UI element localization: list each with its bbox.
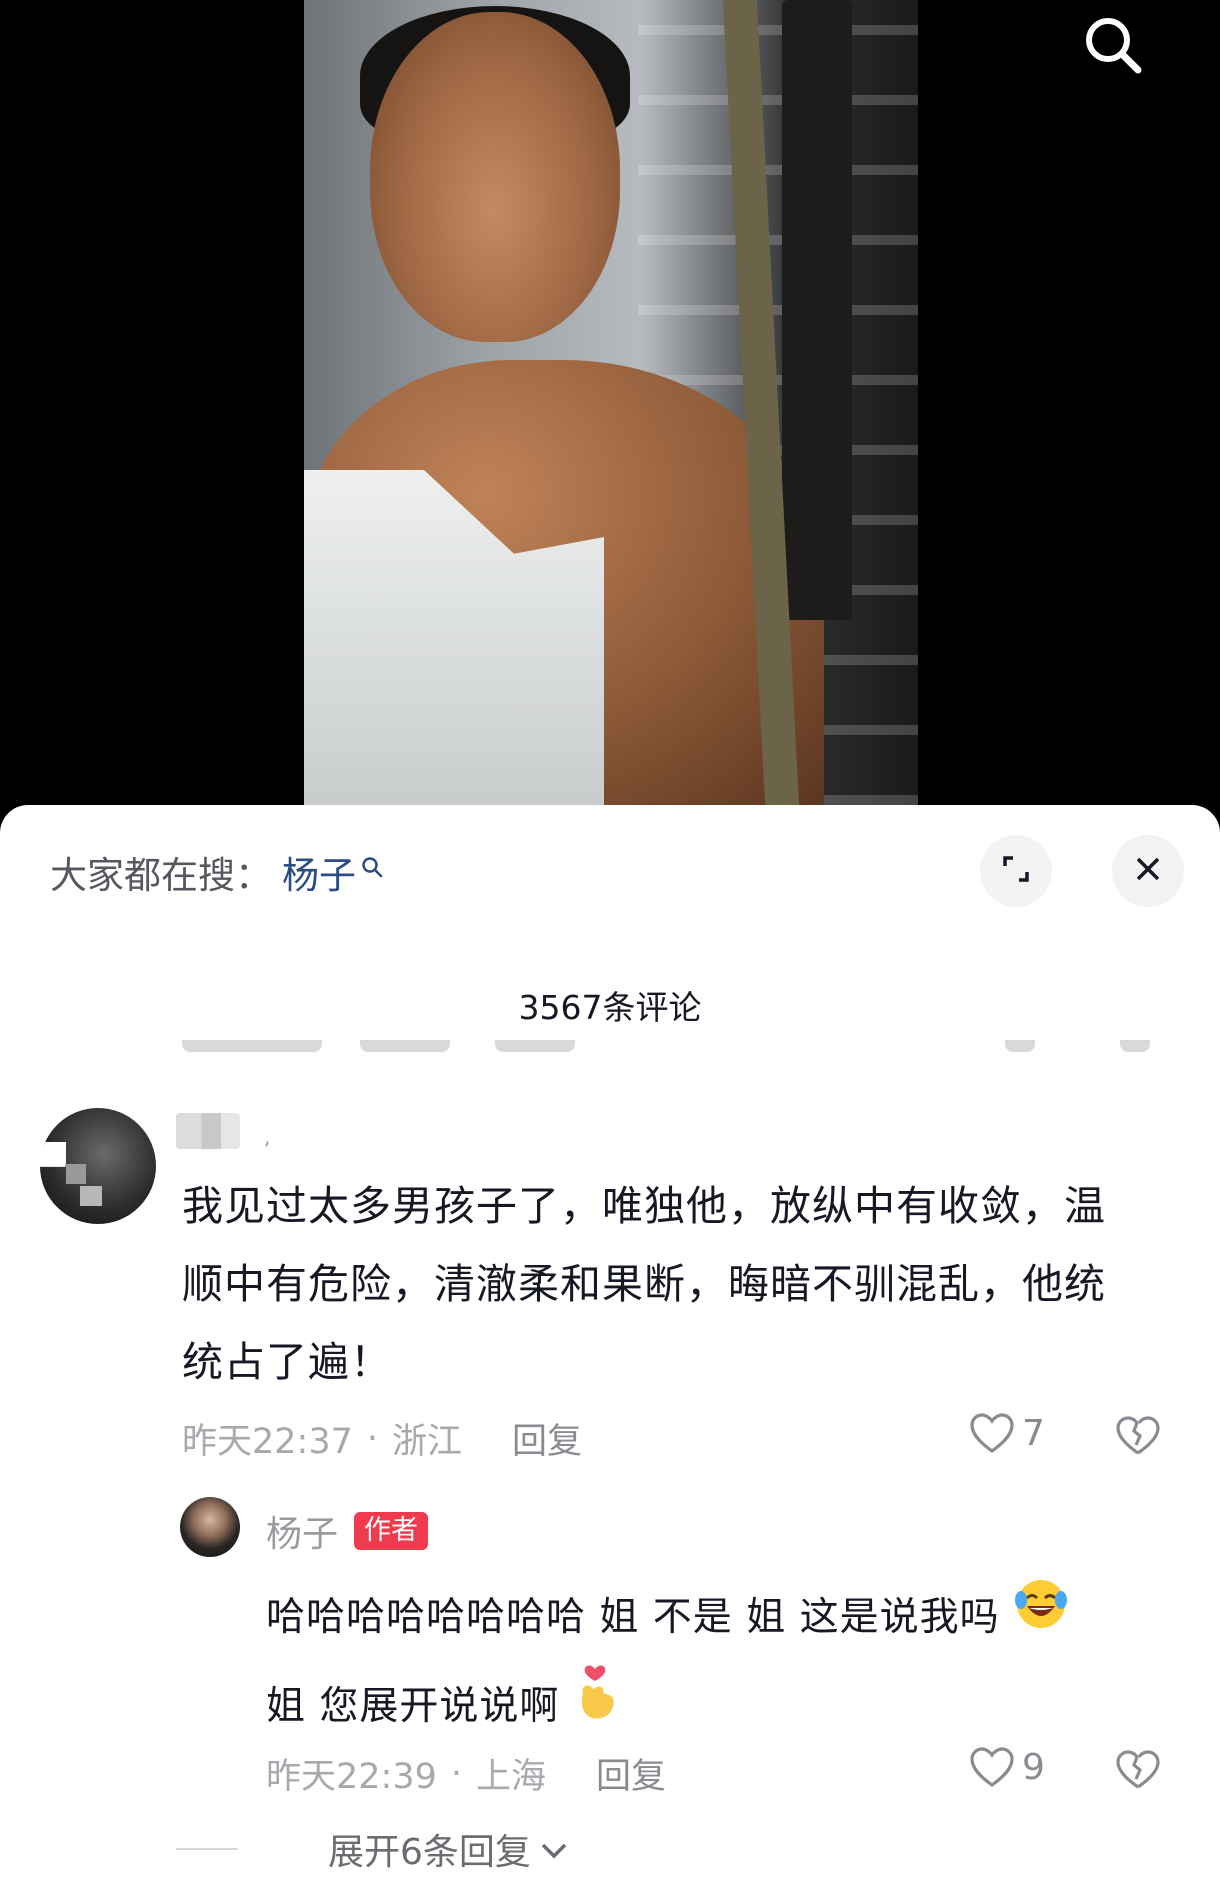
commenter-avatar[interactable] [40,1108,156,1224]
comment-location: 浙江 [392,1422,463,1462]
comment-text-line: 顺中有危险，清澈柔和果断，晦暗不驯混乱，他统 [182,1260,1106,1308]
dislike-button[interactable] [1115,1415,1161,1461]
broken-heart-icon [1116,1750,1160,1789]
hot-search-label: 大家都在搜： [50,854,272,897]
reply-like-button[interactable]: 9 [968,1745,1045,1789]
video-player[interactable] [0,0,1220,820]
reply-like-count: 9 [1022,1746,1045,1788]
comment-count: 3567条评论 [518,988,702,1027]
reply-meta: 昨天22:39 · 上海 回复 [266,1748,666,1799]
author-avatar[interactable] [180,1497,240,1557]
scrolled-previous-comment [0,1040,1220,1058]
laughing-crying-emoji-icon [1013,1576,1069,1663]
like-button[interactable]: 7 [968,1411,1045,1455]
reply-dislike-button[interactable] [1115,1749,1161,1795]
heart-icon [970,1413,1014,1453]
fullscreen-expand-button[interactable] [980,835,1052,907]
close-icon [1133,854,1163,888]
comment-time: 昨天22:37 [182,1422,353,1462]
comment-text-line: 我见过太多男孩子了，唯独他，放纵中有收敛，温 [182,1182,1106,1230]
comment-text-line: 统占了遍！ [182,1338,392,1386]
reply-username[interactable]: 杨子 [266,1505,338,1557]
comment-panel: 大家都在搜： 杨子 3567条评论 , 我见过太多男孩子了，唯独他，放纵中有收敛… [0,805,1220,1881]
expand-replies-button[interactable]: 展开6条回复 [176,1823,569,1875]
reply-to-reply-button[interactable]: 回复 [596,1748,666,1799]
reply-location: 上海 [476,1757,547,1797]
comment-meta: 昨天22:37 · 浙江 回复 [182,1413,582,1464]
video-frame-image [304,0,918,805]
comment-text: 我见过太多男孩子了，唯独他，放纵中有收敛，温 顺中有危险，清澈柔和果断，晦暗不驯… [182,1167,1182,1401]
hot-search-bar[interactable]: 大家都在搜： 杨子 [50,845,384,899]
reply-text-line: 姐 您展开说说啊 [266,1684,560,1729]
close-comments-button[interactable] [1112,835,1184,907]
finger-heart-emoji-icon [573,1663,621,1754]
broken-heart-icon [1116,1416,1160,1455]
commenter-name-redacted [176,1113,240,1149]
chevron-down-icon [539,1829,569,1870]
author-badge: 作者 [354,1512,429,1550]
reply-time: 昨天22:39 [266,1757,437,1797]
reply-text-line: 哈哈哈哈哈哈哈哈 姐 不是 姐 这是说我吗 [266,1595,1000,1640]
like-count: 7 [1022,1412,1045,1454]
heart-icon [970,1747,1014,1787]
expand-icon [999,852,1033,890]
divider-line [176,1848,238,1850]
reply-button[interactable]: 回复 [512,1413,582,1464]
search-icon[interactable] [1076,8,1150,82]
reply-author: 杨子 作者 [266,1505,429,1557]
small-search-icon [360,845,384,888]
reply-text: 哈哈哈哈哈哈哈哈 姐 不是 姐 这是说我吗 姐 您展开说说啊 [266,1575,1186,1754]
hot-search-keyword[interactable]: 杨子 [282,845,356,899]
expand-replies-label: 展开6条回复 [328,1832,531,1873]
